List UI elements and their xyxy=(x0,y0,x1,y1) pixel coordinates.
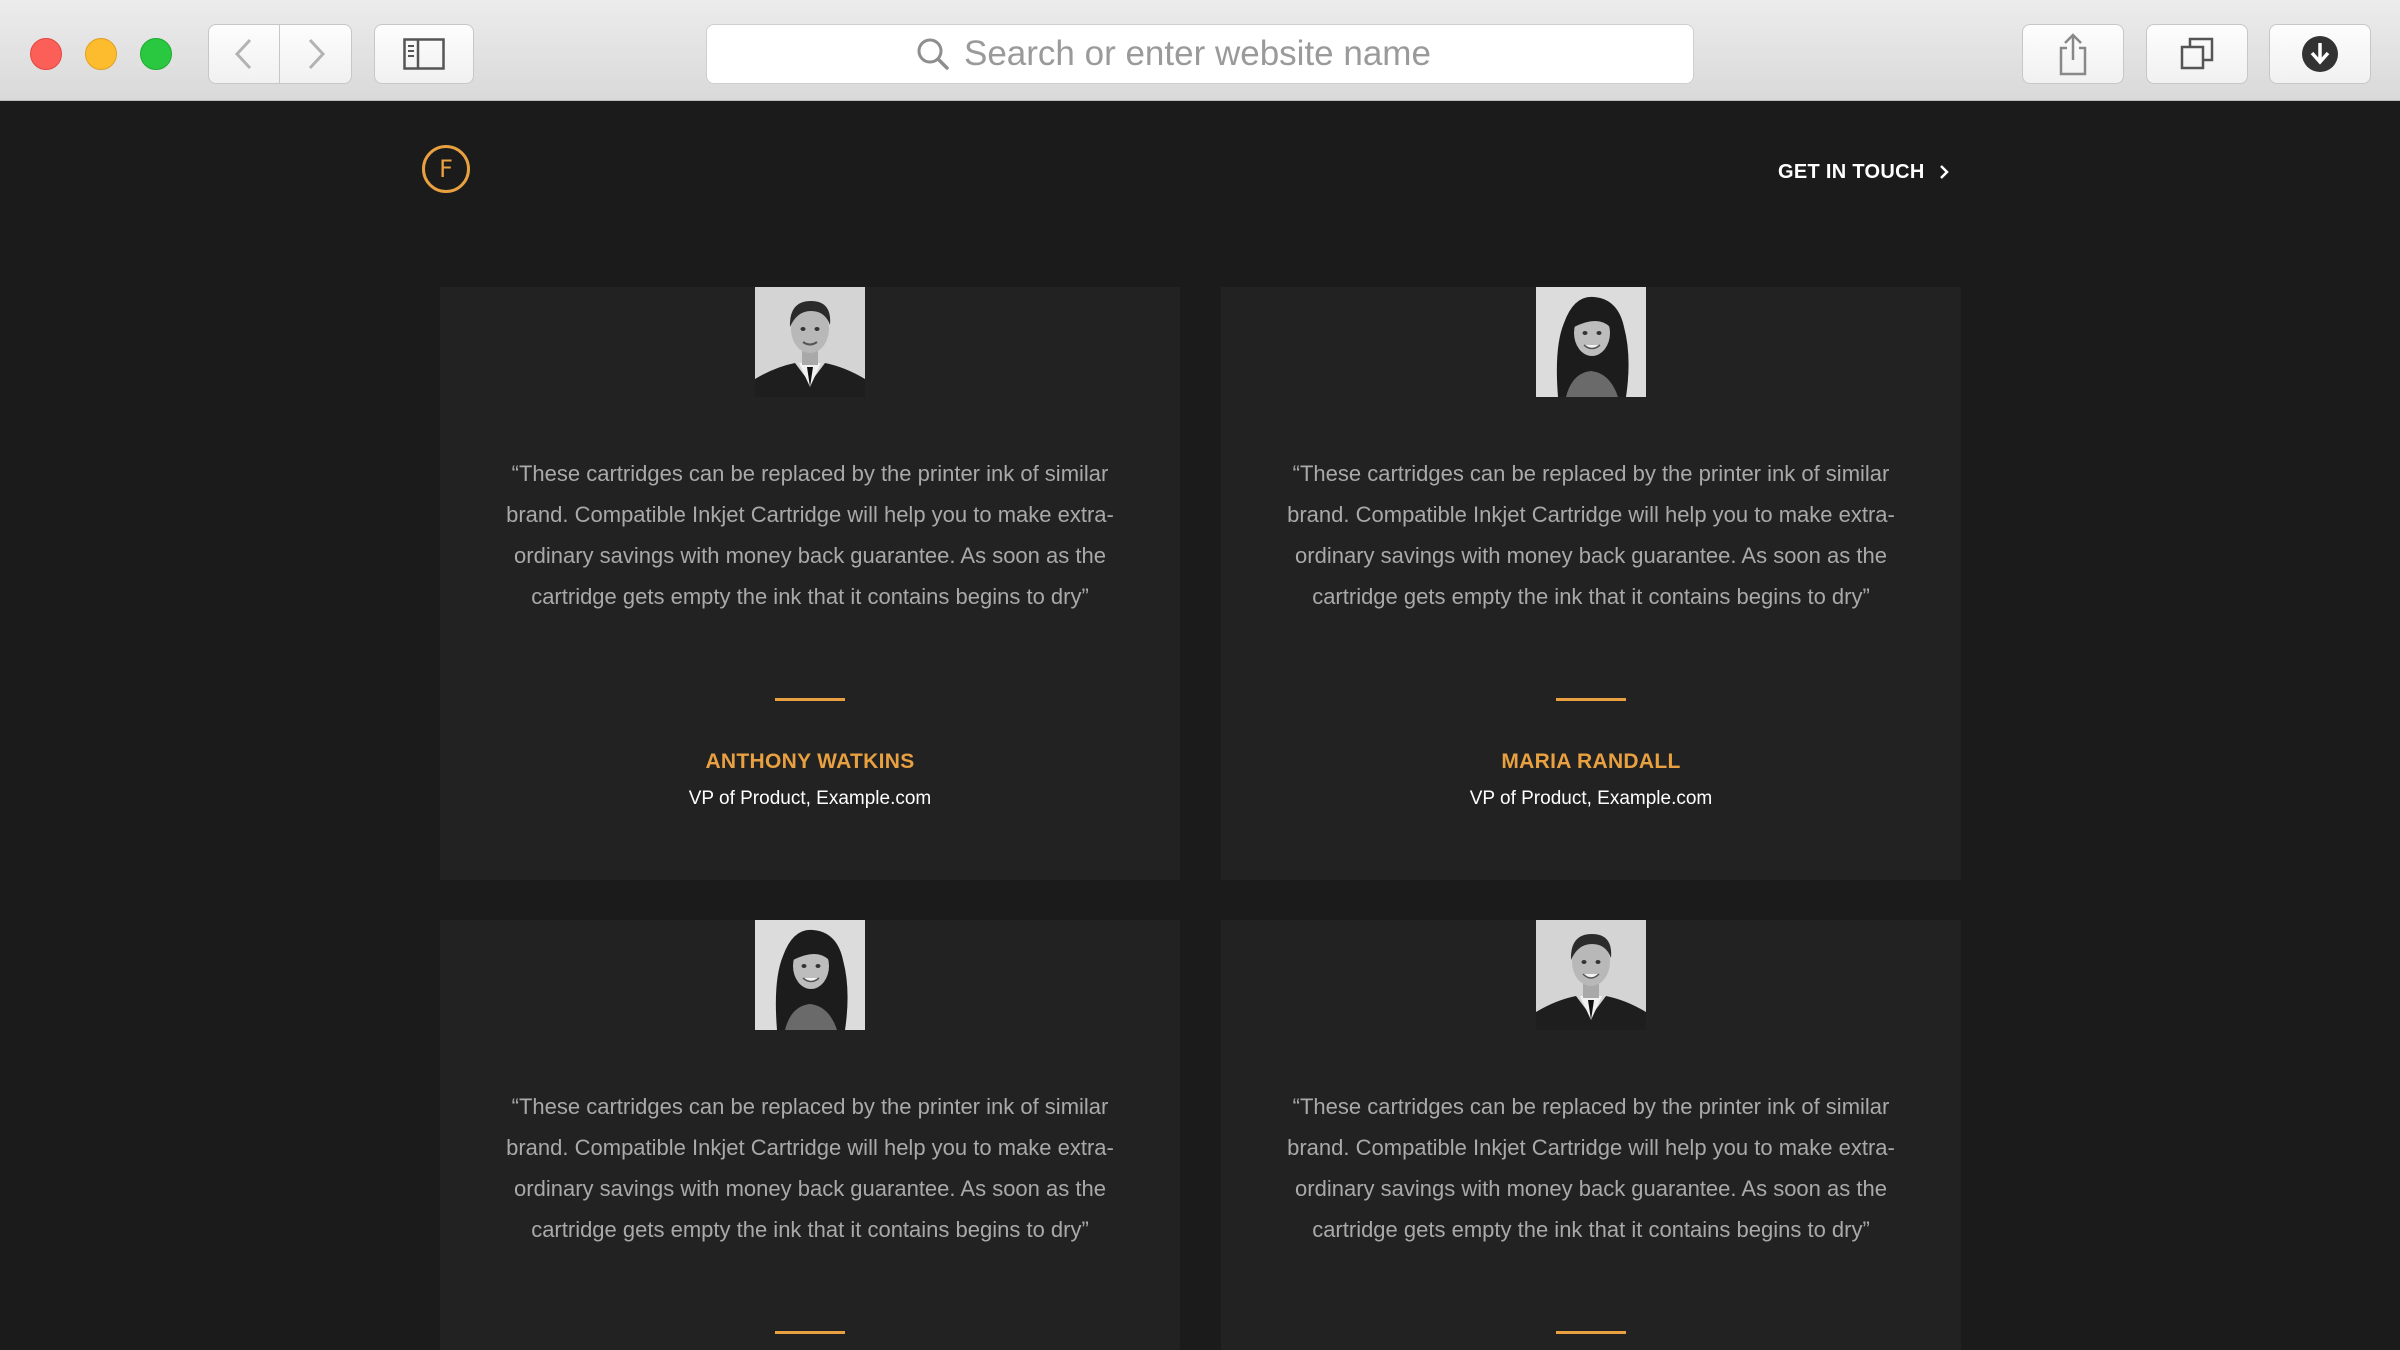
testimonial-author-role: VP of Product, Example.com xyxy=(688,788,932,809)
testimonial-card: “These cartridges can be replaced by the… xyxy=(440,287,1180,880)
tab-overview-button[interactable] xyxy=(2146,24,2248,84)
avatar xyxy=(755,920,865,1030)
share-icon xyxy=(2059,33,2087,76)
chevron-left-icon xyxy=(234,38,252,70)
get-in-touch-label: GET IN TOUCH xyxy=(1778,160,1925,183)
chevron-right-icon xyxy=(308,38,325,70)
testimonial-author-name: ANTHONY WATKINS xyxy=(705,750,915,773)
window-minimize-button[interactable] xyxy=(85,38,117,70)
address-input[interactable] xyxy=(964,34,1484,74)
window-close-button[interactable] xyxy=(30,38,62,70)
testimonial-card: “These cartridges can be replaced by the… xyxy=(440,920,1180,1350)
accent-divider xyxy=(775,1331,845,1334)
web-page: F GET IN TOUCH “These cartridges can be … xyxy=(0,101,2400,1350)
tabs-icon xyxy=(2180,37,2214,70)
accent-divider xyxy=(775,698,845,701)
avatar xyxy=(1536,287,1646,397)
testimonial-quote: “These cartridges can be replaced by the… xyxy=(506,1094,1114,1242)
search-icon xyxy=(917,38,949,70)
download-icon xyxy=(2302,36,2338,72)
downloads-button[interactable] xyxy=(2269,24,2371,84)
chevron-right-icon xyxy=(1939,165,1949,179)
testimonial-quote: “These cartridges can be replaced by the… xyxy=(1287,1094,1895,1242)
sidebar-icon xyxy=(403,38,445,70)
share-button[interactable] xyxy=(2022,24,2124,84)
testimonial-quote: “These cartridges can be replaced by the… xyxy=(506,461,1114,609)
man-portrait-icon xyxy=(755,287,865,397)
site-logo[interactable]: F xyxy=(422,145,470,193)
woman-portrait-icon xyxy=(1536,287,1646,397)
forward-button[interactable] xyxy=(280,24,352,84)
window-zoom-button[interactable] xyxy=(140,38,172,70)
testimonial-author-role: VP of Product, Example.com xyxy=(1469,788,1713,809)
avatar xyxy=(755,287,865,397)
sidebar-toggle-button[interactable] xyxy=(374,24,474,84)
avatar xyxy=(1536,920,1646,1030)
logo-letter: F xyxy=(439,155,453,183)
browser-toolbar xyxy=(0,0,2400,101)
accent-divider xyxy=(1556,1331,1626,1334)
get-in-touch-link[interactable]: GET IN TOUCH xyxy=(1778,157,1949,187)
woman-portrait-icon xyxy=(755,920,865,1030)
address-bar[interactable] xyxy=(706,24,1694,84)
accent-divider xyxy=(1556,698,1626,701)
testimonial-card: “These cartridges can be replaced by the… xyxy=(1221,287,1961,880)
testimonial-quote: “These cartridges can be replaced by the… xyxy=(1287,461,1895,609)
man-portrait-icon xyxy=(1536,920,1646,1030)
back-button[interactable] xyxy=(208,24,280,84)
testimonial-card: “These cartridges can be replaced by the… xyxy=(1221,920,1961,1350)
testimonial-author-name: MARIA RANDALL xyxy=(1501,750,1681,773)
